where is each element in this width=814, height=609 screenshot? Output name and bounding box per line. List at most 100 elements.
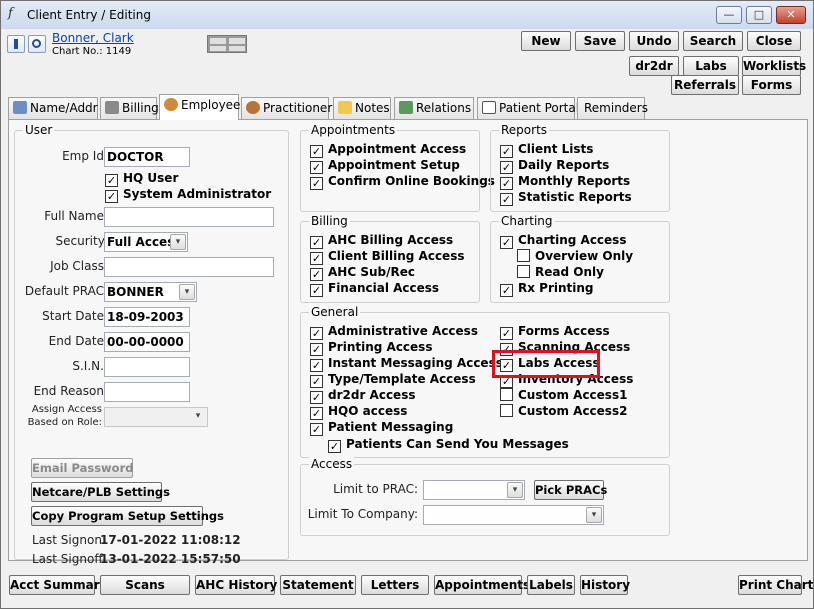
client-lists-checkbox[interactable]: ✓ Client Lists — [500, 142, 593, 158]
charting-access-checkbox[interactable]: ✓ Charting Access — [500, 233, 626, 249]
checkbox[interactable]: ✓ — [500, 236, 513, 249]
emp-id-field[interactable]: DOCTOR — [104, 147, 190, 167]
letters-button[interactable]: Letters — [361, 575, 429, 595]
financial-access-checkbox[interactable]: ✓ Financial Access — [310, 281, 439, 297]
full-name-field[interactable] — [104, 207, 274, 227]
close-window-button[interactable]: ✕ — [776, 6, 806, 24]
tab-notes[interactable]: Notes — [333, 97, 391, 119]
checkbox[interactable]: ✓ — [310, 161, 323, 174]
new-button[interactable]: New — [521, 31, 571, 51]
checkbox[interactable]: ✓ — [310, 407, 323, 420]
maximize-button[interactable]: □ — [746, 6, 772, 24]
statement-button[interactable]: Statement — [280, 575, 356, 595]
undo-button[interactable]: Undo — [629, 31, 679, 51]
dr2dr-button[interactable]: dr2dr — [629, 56, 679, 76]
client-name-link[interactable]: Bonner, Clark — [52, 31, 134, 45]
checkbox[interactable]: ✓ — [310, 177, 323, 190]
checkbox[interactable]: ✓ — [310, 236, 323, 249]
appointment-setup-checkbox[interactable]: ✓ Appointment Setup — [310, 158, 460, 174]
overview-only-checkbox[interactable]: Overview Only — [517, 249, 633, 265]
chevron-down-icon[interactable]: ▾ — [190, 409, 206, 425]
chevron-down-icon[interactable]: ▾ — [179, 284, 195, 300]
ahc-billing-access-checkbox[interactable]: ✓ AHC Billing Access — [310, 233, 453, 249]
custom-access2-checkbox[interactable]: Custom Access2 — [500, 404, 627, 420]
minimize-button[interactable]: — — [716, 6, 742, 24]
client-billing-access-checkbox[interactable]: ✓ Client Billing Access — [310, 249, 464, 265]
forms-button[interactable]: Forms — [742, 75, 801, 95]
default-prac-select[interactable]: BONNER ▾ — [104, 282, 197, 302]
printing-access-checkbox[interactable]: ✓ Printing Access — [310, 340, 432, 356]
administrative-access-checkbox[interactable]: ✓ Administrative Access — [310, 324, 478, 340]
checkbox[interactable]: ✓ — [105, 190, 118, 203]
forms-access-checkbox[interactable]: ✓ Forms Access — [500, 324, 610, 340]
rx-printing-checkbox[interactable]: ✓ Rx Printing — [500, 281, 594, 297]
checkbox[interactable]: ✓ — [310, 391, 323, 404]
magnifier-icon[interactable] — [28, 35, 46, 53]
security-select[interactable]: Full Access ▾ — [104, 232, 188, 252]
end-date-field[interactable]: 00-00-0000 — [104, 332, 190, 352]
checkbox[interactable]: ✓ — [500, 193, 513, 206]
tab-name-addr[interactable]: Name/Addr — [8, 97, 98, 119]
tab-relations[interactable]: Relations — [394, 97, 474, 119]
copy-program-setup-button[interactable]: Copy Program Setup Settings — [31, 506, 224, 526]
labels-button[interactable]: Labels — [527, 575, 575, 595]
ahc-sub-rec-checkbox[interactable]: ✓ AHC Sub/Rec — [310, 265, 415, 281]
chevron-down-icon[interactable]: ▾ — [170, 234, 186, 250]
checkbox[interactable]: ✓ — [310, 359, 323, 372]
worklists-button[interactable]: Worklists — [742, 56, 806, 76]
hqo-access-checkbox[interactable]: ✓ HQO access — [310, 404, 407, 420]
checkbox[interactable]: ✓ — [310, 284, 323, 297]
hq-user-checkbox[interactable]: ✓ HQ User — [105, 171, 178, 187]
checkbox[interactable]: ✓ — [500, 284, 513, 297]
appointments-button[interactable]: Appointments — [434, 575, 530, 595]
appointment-access-checkbox[interactable]: ✓ Appointment Access — [310, 142, 466, 158]
checkbox[interactable]: ✓ — [310, 375, 323, 388]
chevron-down-icon[interactable]: ▾ — [586, 507, 602, 523]
statistic-reports-checkbox[interactable]: ✓ Statistic Reports — [500, 190, 632, 206]
checkbox[interactable]: ✓ — [310, 423, 323, 436]
labs-button[interactable]: Labs — [683, 56, 739, 76]
type-template-access-checkbox[interactable]: ✓ Type/Template Access — [310, 372, 476, 388]
custom-access1-checkbox[interactable]: Custom Access1 — [500, 388, 627, 404]
checkbox[interactable]: ✓ — [500, 161, 513, 174]
history-button[interactable]: History — [580, 575, 630, 595]
tab-employee[interactable]: Employee — [159, 94, 240, 120]
chevron-down-icon[interactable]: ▾ — [507, 482, 523, 498]
checkbox[interactable]: ✓ — [310, 268, 323, 281]
checkbox[interactable] — [500, 388, 513, 401]
start-date-field[interactable]: 18-09-2003 — [104, 307, 190, 327]
acct-summary-button[interactable]: Acct Summary — [9, 575, 107, 595]
checkbox[interactable]: ✓ — [105, 174, 118, 187]
tab-practitioner[interactable]: Practitioner — [241, 97, 332, 119]
info-icon[interactable] — [7, 35, 25, 53]
tab-billing[interactable]: Billing — [100, 97, 159, 119]
patient-messaging-checkbox[interactable]: ✓ Patient Messaging — [310, 420, 453, 436]
limit-prac-select[interactable]: ▾ — [423, 480, 525, 500]
search-button[interactable]: Search — [683, 31, 743, 51]
checkbox[interactable]: ✓ — [310, 327, 323, 340]
sin-field[interactable] — [104, 357, 190, 377]
print-chart-button[interactable]: Print Chart — [738, 575, 813, 595]
ahc-history-button[interactable]: AHC History — [195, 575, 277, 595]
checkbox[interactable]: ✓ — [500, 177, 513, 190]
patients-can-send-messages-checkbox[interactable]: ✓ Patients Can Send You Messages — [328, 437, 569, 453]
checkbox[interactable]: ✓ — [310, 145, 323, 158]
assign-access-select[interactable]: ▾ — [104, 407, 208, 427]
read-only-checkbox[interactable]: Read Only — [517, 265, 604, 281]
checkbox[interactable] — [517, 249, 530, 262]
close-button[interactable]: Close — [747, 31, 801, 51]
pick-pracs-button[interactable]: Pick PRACs — [534, 480, 607, 500]
daily-reports-checkbox[interactable]: ✓ Daily Reports — [500, 158, 609, 174]
netcare-plb-settings-button[interactable]: Netcare/PLB Settings — [31, 482, 170, 502]
confirm-online-bookings-checkbox[interactable]: ✓ Confirm Online Bookings — [310, 174, 495, 190]
tab-patient-portal[interactable]: Patient Portal — [477, 97, 579, 119]
checkbox[interactable]: ✓ — [500, 145, 513, 158]
email-password-button[interactable]: Email Password — [31, 458, 133, 478]
dr2dr-access-checkbox[interactable]: ✓ dr2dr Access — [310, 388, 415, 404]
checkbox[interactable]: ✓ — [310, 343, 323, 356]
system-admin-checkbox[interactable]: ✓ System Administrator — [105, 187, 271, 203]
checkbox[interactable]: ✓ — [500, 327, 513, 340]
save-button[interactable]: Save — [575, 31, 625, 51]
tab-reminders[interactable]: Reminders — [577, 97, 648, 119]
referrals-button[interactable]: Referrals — [671, 75, 739, 95]
